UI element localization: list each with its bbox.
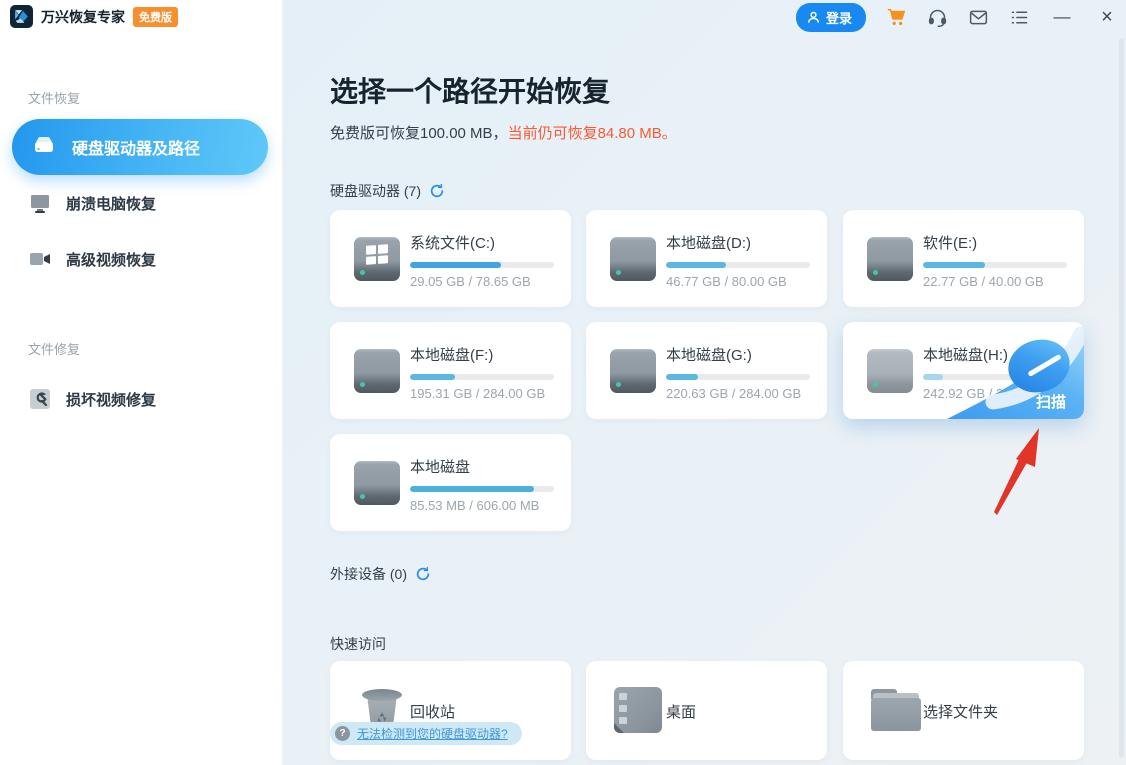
folder-icon xyxy=(871,689,921,731)
sidebar-item-advanced-video[interactable]: 高级视频恢复 xyxy=(28,247,156,271)
sidebar-item-hard-drives[interactable]: 硬盘驱动器及路径 xyxy=(12,119,268,175)
app-logo-row: 万兴恢复专家 免费版 xyxy=(10,5,178,28)
app-title: 万兴恢复专家 xyxy=(41,7,125,27)
refresh-icon[interactable] xyxy=(429,183,445,199)
drive-card-local[interactable]: 本地磁盘 85.53 MB / 606.00 MB xyxy=(330,434,571,531)
drive-card-f[interactable]: 本地磁盘(F:) 195.31 GB / 284.00 GB xyxy=(330,322,571,419)
external-devices-section-header: 外接设备 (0) xyxy=(330,564,431,584)
scan-button[interactable]: 扫描 xyxy=(1036,391,1066,412)
sidebar-section-file-repair: 文件修复 xyxy=(28,339,80,358)
sidebar: 万兴恢复专家 免费版 文件恢复 硬盘驱动器及路径 崩溃电脑恢复 高级视频恢复 文… xyxy=(0,0,283,765)
capacity-bar xyxy=(410,262,554,268)
app-logo-icon xyxy=(10,5,33,28)
monitor-icon xyxy=(28,191,52,215)
drive-card-d[interactable]: 本地磁盘(D:) 46.77 GB / 80.00 GB xyxy=(586,210,827,307)
sidebar-item-crashed-pc[interactable]: 崩溃电脑恢复 xyxy=(28,191,156,215)
capacity-text: 46.77 GB / 80.00 GB xyxy=(666,274,787,289)
hard-disk-icon xyxy=(354,461,400,505)
desktop-icon xyxy=(614,687,662,733)
drive-name: 本地磁盘(F:) xyxy=(410,344,493,365)
red-arrow-annotation xyxy=(983,415,1063,520)
capacity-bar xyxy=(410,374,554,380)
drive-card-c[interactable]: 系统文件(C:) 29.05 GB / 78.65 GB xyxy=(330,210,571,307)
help-tooltip: ? 无法检测到您的硬盘驱动器? xyxy=(330,722,522,745)
drive-card-h[interactable]: 本地磁盘(H:) 242.92 GB / 28 xyxy=(843,322,1084,419)
question-icon: ? xyxy=(335,726,350,741)
capacity-text: 29.05 GB / 78.65 GB xyxy=(410,274,531,289)
sidebar-section-file-recovery: 文件恢复 xyxy=(28,88,80,107)
quick-access-section-header: 快速访问 xyxy=(330,634,386,654)
hard-disk-icon xyxy=(610,237,656,281)
windows-logo-icon xyxy=(366,244,388,265)
quota-total-text: 免费版可恢复100.00 MB， xyxy=(330,125,508,142)
drive-name: 本地磁盘(D:) xyxy=(666,232,751,253)
hard-disk-icon xyxy=(354,349,400,393)
cant-detect-drive-link[interactable]: 无法检测到您的硬盘驱动器? xyxy=(357,725,508,742)
page-title: 选择一个路径开始恢复 xyxy=(330,70,610,110)
quick-access-desktop[interactable]: 桌面 xyxy=(586,661,827,760)
drive-card-g[interactable]: 本地磁盘(G:) 220.63 GB / 284.00 GB xyxy=(586,322,827,419)
capacity-bar xyxy=(923,262,1067,268)
drive-name: 本地磁盘(G:) xyxy=(666,344,752,365)
page-subtitle: 免费版可恢复100.00 MB，当前仍可恢复84.80 MB。 xyxy=(330,122,677,143)
quick-access-label: 回收站 xyxy=(410,701,455,722)
capacity-text: 85.53 MB / 606.00 MB xyxy=(410,498,539,513)
free-version-badge: 免费版 xyxy=(133,7,178,27)
drive-name: 系统文件(C:) xyxy=(410,232,495,253)
sidebar-item-label: 硬盘驱动器及路径 xyxy=(72,135,200,159)
drive-name: 本地磁盘 xyxy=(410,456,470,477)
capacity-bar xyxy=(666,262,810,268)
main-content: 选择一个路径开始恢复 免费版可恢复100.00 MB，当前仍可恢复84.80 M… xyxy=(283,0,1126,765)
capacity-text: 195.31 GB / 284.00 GB xyxy=(410,386,545,401)
quick-access-label: 桌面 xyxy=(666,701,696,722)
sidebar-item-label: 崩溃电脑恢复 xyxy=(66,193,156,214)
hard-disk-icon xyxy=(610,349,656,393)
quick-access-label: 选择文件夹 xyxy=(923,701,998,722)
sidebar-item-label: 高级视频恢复 xyxy=(66,249,156,270)
hard-drives-section-header: 硬盘驱动器 (7) xyxy=(330,181,445,201)
video-camera-icon xyxy=(28,247,52,271)
sidebar-item-video-repair[interactable]: 损坏视频修复 xyxy=(28,387,156,411)
quota-remaining-text: 当前仍可恢复84.80 MB。 xyxy=(508,125,677,142)
hard-disk-icon xyxy=(354,237,400,281)
sidebar-item-label: 损坏视频修复 xyxy=(66,389,156,410)
capacity-bar xyxy=(410,486,554,492)
wrench-icon xyxy=(28,387,52,411)
drive-icon xyxy=(32,133,56,162)
hard-disk-icon xyxy=(867,237,913,281)
capacity-text: 220.63 GB / 284.00 GB xyxy=(666,386,801,401)
quick-access-select-folder[interactable]: 选择文件夹 xyxy=(843,661,1084,760)
refresh-icon[interactable] xyxy=(415,566,431,582)
scrollbar[interactable] xyxy=(1119,38,1124,758)
drive-card-e[interactable]: 软件(E:) 22.77 GB / 40.00 GB xyxy=(843,210,1084,307)
drive-name: 软件(E:) xyxy=(923,232,977,253)
capacity-bar xyxy=(666,374,810,380)
app-window: 万兴恢复专家 免费版 文件恢复 硬盘驱动器及路径 崩溃电脑恢复 高级视频恢复 文… xyxy=(0,0,1126,765)
quick-access-recycle-bin[interactable]: 回收站 xyxy=(330,661,571,760)
capacity-text: 22.77 GB / 40.00 GB xyxy=(923,274,1044,289)
